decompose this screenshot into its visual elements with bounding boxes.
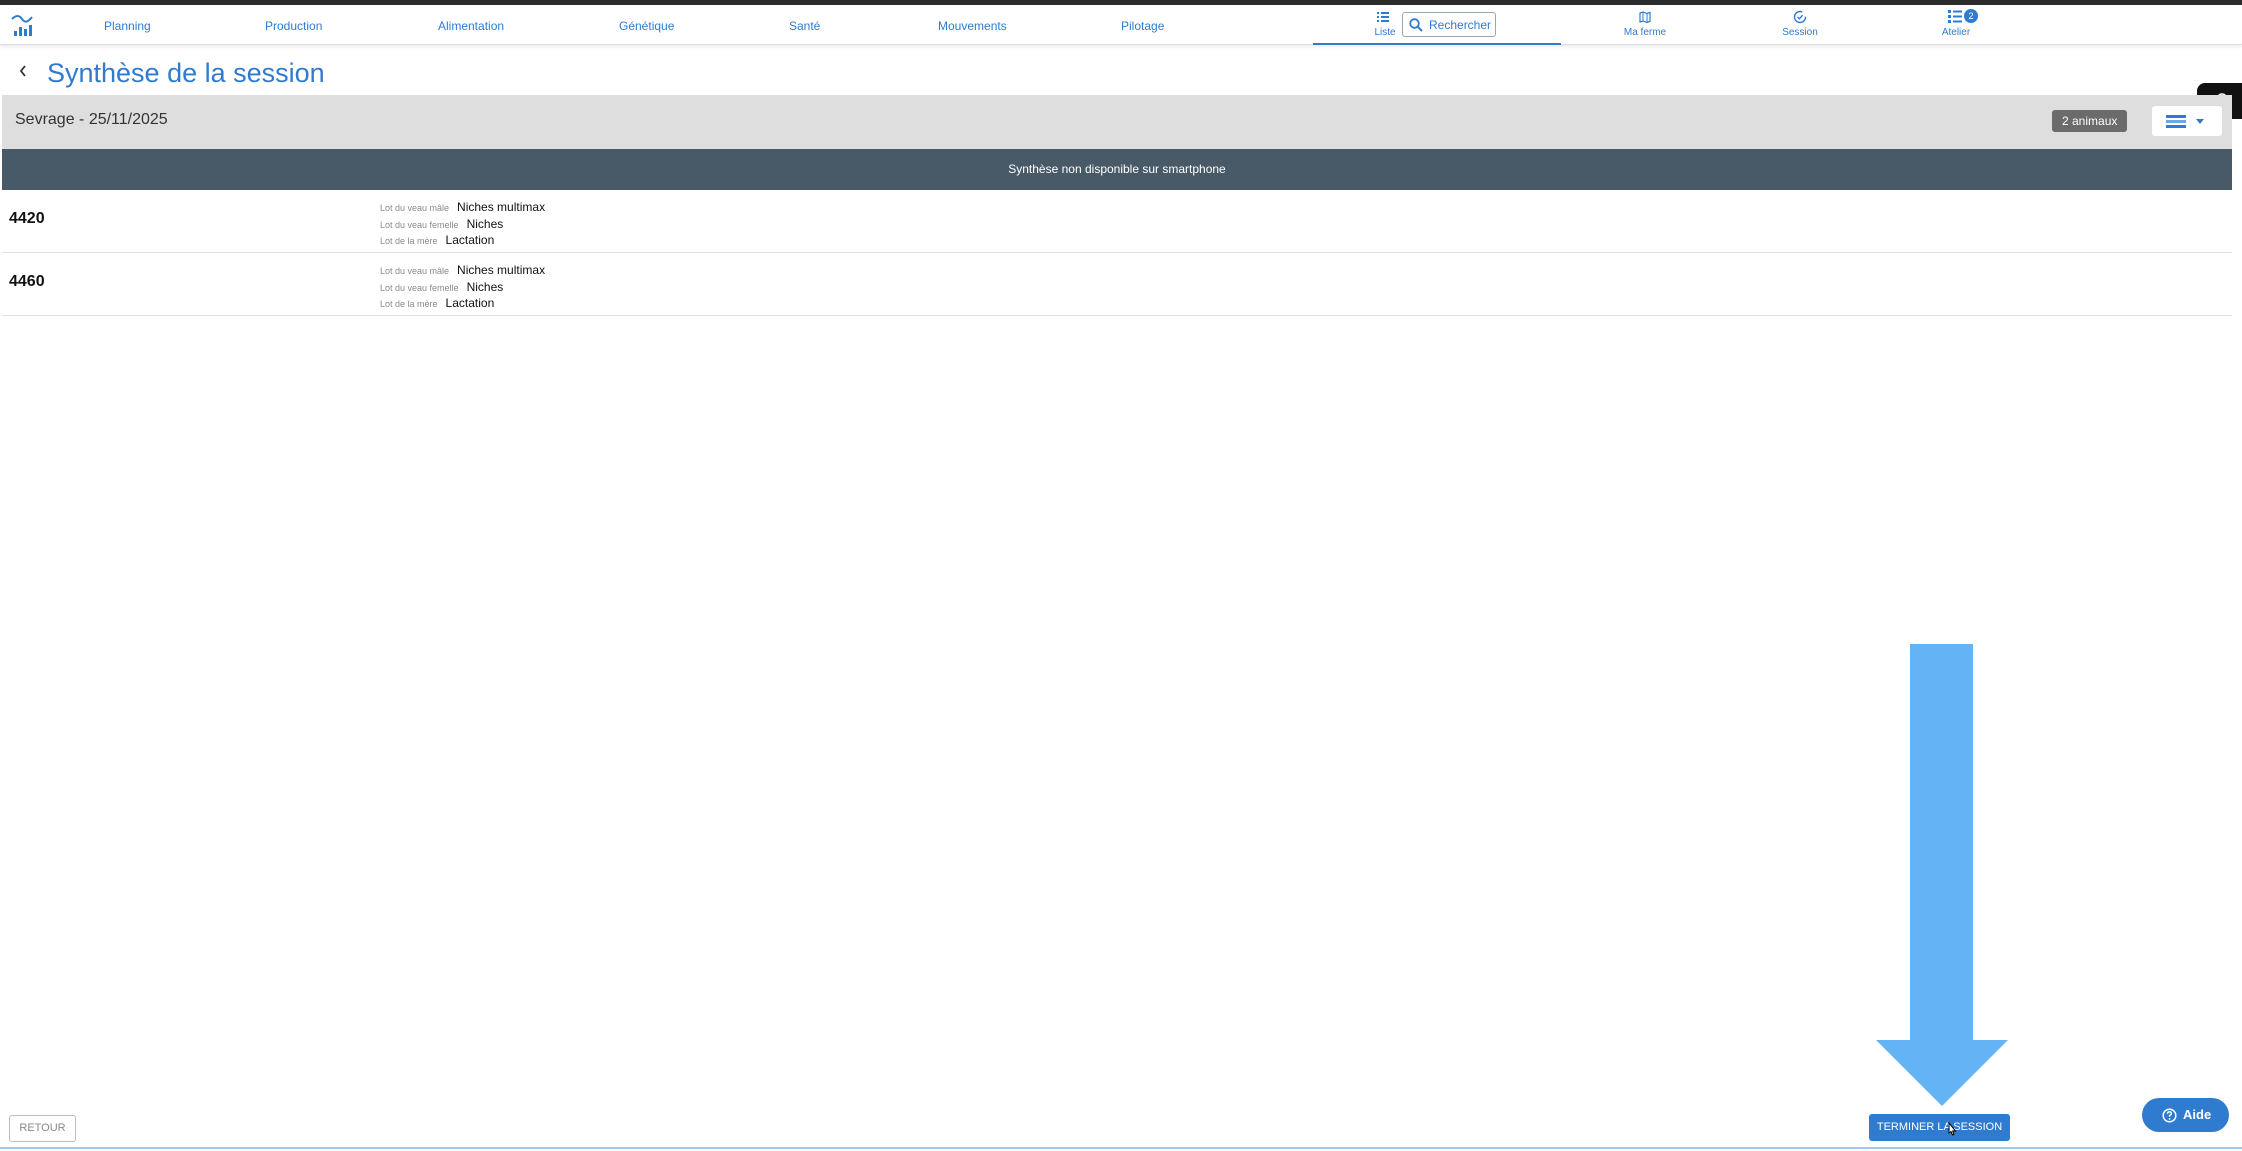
lot-line: Lot du veau mâle Niches multimax: [380, 198, 545, 216]
mouse-pointer-icon: [1948, 1122, 1957, 1136]
lot-label: Lot du veau femelle: [380, 283, 459, 293]
table-view-icon: [2166, 115, 2186, 128]
lot-label: Lot de la mère: [380, 236, 438, 246]
lot-value: Lactation: [445, 233, 495, 247]
nav-mouvements[interactable]: Mouvements: [938, 19, 1007, 33]
search-icon: [1409, 18, 1423, 32]
lot-value: Niches: [466, 217, 504, 231]
page-header: Synthèse de la session: [0, 52, 2242, 92]
lot-line: Lot de la mère Lactation: [380, 231, 494, 249]
animal-id: 4460: [9, 273, 45, 290]
retour-button[interactable]: RETOUR: [9, 1115, 76, 1142]
lot-line: Lot du veau mâle Niches multimax: [380, 261, 545, 279]
nav-pilotage[interactable]: Pilotage: [1121, 19, 1164, 33]
animal-count-badge: 2 animaux: [2052, 110, 2128, 132]
session-check-icon: [1793, 10, 1807, 24]
map-icon: [1639, 11, 1651, 23]
guide-arrow-shaft: [1910, 644, 1973, 1042]
lot-line: Lot de la mère Lactation: [380, 294, 494, 312]
tab-ma-ferme[interactable]: Ma ferme: [1615, 5, 1675, 43]
nav-planning[interactable]: Planning: [104, 19, 151, 33]
tab-liste-label: Liste: [1374, 27, 1396, 38]
animal-row[interactable]: 4460 Lot du veau mâle Niches multimax Lot…: [2, 253, 2232, 316]
lot-value: Lactation: [445, 296, 495, 310]
tab-atelier-label: Atelier: [1941, 27, 1971, 38]
lot-value: Niches multimax: [457, 263, 546, 277]
list-icon: [1377, 12, 1389, 22]
help-button[interactable]: Aide: [2142, 1098, 2229, 1132]
animal-id: 4420: [9, 210, 45, 227]
checklist-icon: [1948, 10, 1962, 23]
page-title: Synthèse de la session: [47, 58, 325, 88]
guide-arrow-head: [1876, 1040, 2008, 1106]
lot-value: Niches multimax: [457, 200, 546, 214]
animal-row[interactable]: 4420 Lot du veau mâle Niches multimax Lot…: [2, 190, 2232, 253]
atelier-count-badge: 2: [1964, 9, 1978, 23]
caret-down-icon: [2196, 119, 2204, 124]
session-name: Sevrage - 25/11/2025: [15, 111, 168, 128]
lot-label: Lot du veau femelle: [380, 220, 459, 230]
view-options-dropdown[interactable]: [2152, 106, 2222, 136]
tab-session[interactable]: Session: [1775, 5, 1825, 43]
terminer-session-button[interactable]: TERMINER LA SESSION: [1869, 1114, 2010, 1141]
help-label: Aide: [2183, 1107, 2212, 1122]
session-header: Sevrage - 25/11/2025 2 animaux: [2, 95, 2232, 149]
back-chevron-icon[interactable]: [18, 64, 28, 78]
app-logo-icon[interactable]: [10, 9, 34, 39]
tab-session-label: Session: [1782, 27, 1818, 38]
help-question-icon: [2162, 1108, 2177, 1123]
lot-label: Lot de la mère: [380, 299, 438, 309]
nav-sante[interactable]: Santé: [789, 19, 820, 33]
smartphone-notice-banner: Synthèse non disponible sur smartphone: [2, 149, 2232, 190]
top-navbar: Planning Production Alimentation Génétiq…: [0, 5, 2242, 45]
lot-label: Lot du veau mâle: [380, 203, 450, 213]
search-input[interactable]: Rechercher: [1402, 12, 1496, 37]
nav-genetique[interactable]: Génétique: [619, 19, 674, 33]
bottom-border: [0, 1147, 2242, 1149]
lot-value: Niches: [466, 280, 504, 294]
tab-ma-ferme-label: Ma ferme: [1623, 27, 1667, 38]
lot-label: Lot du veau mâle: [380, 266, 450, 276]
search-placeholder: Rechercher: [1429, 18, 1492, 32]
nav-alimentation[interactable]: Alimentation: [438, 19, 504, 33]
nav-production[interactable]: Production: [265, 19, 322, 33]
